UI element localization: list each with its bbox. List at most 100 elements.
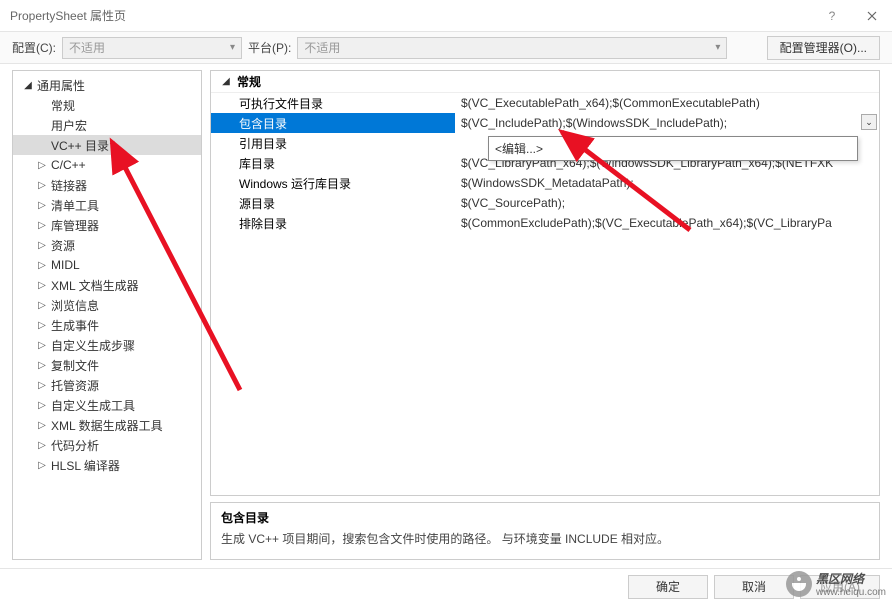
property-row[interactable]: Windows 运行库目录$(WindowsSDK_MetadataPath);: [211, 173, 879, 193]
expand-icon: ▷: [35, 340, 49, 351]
tree-item[interactable]: ▷生成事件: [13, 315, 201, 335]
dropdown-button[interactable]: ⌄: [861, 114, 877, 130]
property-label: 排除目录: [211, 213, 455, 233]
close-button[interactable]: [852, 0, 892, 32]
tree-item[interactable]: ▷代码分析: [13, 435, 201, 455]
tree-item[interactable]: ▷浏览信息: [13, 295, 201, 315]
tree-item[interactable]: ▷清单工具: [13, 195, 201, 215]
tree-item-label: 自定义生成步骤: [49, 337, 135, 354]
tree-item-label: HLSL 编译器: [49, 457, 120, 474]
tree-item-label: 用户宏: [49, 117, 87, 134]
config-manager-button[interactable]: 配置管理器(O)...: [767, 36, 880, 60]
tree-item[interactable]: ▷链接器: [13, 175, 201, 195]
property-label: 包含目录: [211, 113, 455, 133]
tree-item-label: 库管理器: [49, 217, 99, 234]
collapse-icon: ◢: [219, 76, 233, 87]
tree-item[interactable]: 用户宏: [13, 115, 201, 135]
property-label: 可执行文件目录: [211, 93, 455, 113]
expand-icon: ◢: [21, 80, 35, 91]
tree-item[interactable]: ▷MIDL: [13, 255, 201, 275]
property-row[interactable]: 包含目录$(VC_IncludePath);$(WindowsSDK_Inclu…: [211, 113, 879, 133]
expand-icon: ▷: [35, 160, 49, 171]
tree-item-label: 自定义生成工具: [49, 397, 135, 414]
expand-icon: ▷: [35, 220, 49, 231]
ok-button[interactable]: 确定: [628, 575, 708, 599]
expand-icon: ▷: [35, 440, 49, 451]
tree-item-label: VC++ 目录: [49, 137, 109, 154]
expand-icon: ▷: [35, 240, 49, 251]
apply-button[interactable]: 应用(A): [800, 575, 880, 599]
grid-section-header[interactable]: ◢ 常规: [211, 71, 879, 93]
help-button[interactable]: ?: [812, 0, 852, 32]
tree-item[interactable]: ▷资源: [13, 235, 201, 255]
tree-item[interactable]: ▷自定义生成步骤: [13, 335, 201, 355]
tree-root[interactable]: ◢ 通用属性: [13, 75, 201, 95]
property-value[interactable]: $(CommonExcludePath);$(VC_ExecutablePath…: [455, 213, 879, 233]
tree-item-label: MIDL: [49, 258, 80, 272]
property-value[interactable]: $(WindowsSDK_MetadataPath);: [455, 173, 879, 193]
tree-item-label: 代码分析: [49, 437, 99, 454]
property-row[interactable]: 排除目录$(CommonExcludePath);$(VC_Executable…: [211, 213, 879, 233]
config-label: 配置(C):: [12, 39, 56, 56]
tree-item[interactable]: ▷HLSL 编译器: [13, 455, 201, 475]
close-icon: [867, 11, 877, 21]
platform-value: 不适用: [304, 39, 340, 56]
property-label: 库目录: [211, 153, 455, 173]
tree-item[interactable]: ▷库管理器: [13, 215, 201, 235]
tree-item-label: XML 数据生成器工具: [49, 417, 163, 434]
platform-combo[interactable]: 不适用 ▾: [297, 37, 727, 59]
chevron-down-icon: ▾: [715, 42, 720, 53]
description-title: 包含目录: [221, 509, 869, 526]
property-label: Windows 运行库目录: [211, 173, 455, 193]
expand-icon: ▷: [35, 320, 49, 331]
config-value: 不适用: [69, 39, 105, 56]
property-row[interactable]: 可执行文件目录$(VC_ExecutablePath_x64);$(Common…: [211, 93, 879, 113]
tree-item[interactable]: ▷XML 文档生成器: [13, 275, 201, 295]
tree-item[interactable]: ▷自定义生成工具: [13, 395, 201, 415]
tree-item[interactable]: ▷XML 数据生成器工具: [13, 415, 201, 435]
tree-item-label: 生成事件: [49, 317, 99, 334]
property-value[interactable]: $(VC_SourcePath);: [455, 193, 879, 213]
tree-item[interactable]: ▷复制文件: [13, 355, 201, 375]
tree-item-label: 清单工具: [49, 197, 99, 214]
chevron-down-icon: ▾: [230, 42, 235, 53]
tree-item-label: 常规: [49, 97, 75, 114]
tree-item[interactable]: ▷托管资源: [13, 375, 201, 395]
expand-icon: ▷: [35, 200, 49, 211]
property-value[interactable]: $(VC_IncludePath);$(WindowsSDK_IncludePa…: [455, 113, 879, 133]
tree-item-label: C/C++: [49, 158, 86, 172]
expand-icon: ▷: [35, 420, 49, 431]
tree-item-label: 复制文件: [49, 357, 99, 374]
window-title: PropertySheet 属性页: [10, 7, 812, 24]
property-row[interactable]: 源目录$(VC_SourcePath);: [211, 193, 879, 213]
expand-icon: ▷: [35, 260, 49, 271]
category-tree[interactable]: ◢ 通用属性 常规用户宏VC++ 目录▷C/C++▷链接器▷清单工具▷库管理器▷…: [12, 70, 202, 560]
description-panel: 包含目录 生成 VC++ 项目期间，搜索包含文件时使用的路径。 与环境变量 IN…: [210, 502, 880, 560]
edit-dropdown[interactable]: <编辑...>: [488, 136, 858, 161]
config-toolbar: 配置(C): 不适用 ▾ 平台(P): 不适用 ▾ 配置管理器(O)...: [0, 32, 892, 64]
dropdown-item-edit[interactable]: <编辑...>: [489, 137, 857, 160]
tree-item[interactable]: 常规: [13, 95, 201, 115]
description-body: 生成 VC++ 项目期间，搜索包含文件时使用的路径。 与环境变量 INCLUDE…: [221, 530, 869, 547]
cancel-button[interactable]: 取消: [714, 575, 794, 599]
tree-item-label: 托管资源: [49, 377, 99, 394]
property-label: 源目录: [211, 193, 455, 213]
tree-item[interactable]: ▷C/C++: [13, 155, 201, 175]
property-value[interactable]: $(VC_ExecutablePath_x64);$(CommonExecuta…: [455, 93, 879, 113]
property-label: 引用目录: [211, 133, 455, 153]
tree-item-label: 浏览信息: [49, 297, 99, 314]
expand-icon: ▷: [35, 280, 49, 291]
tree-item[interactable]: VC++ 目录: [13, 135, 201, 155]
expand-icon: ▷: [35, 400, 49, 411]
expand-icon: ▷: [35, 360, 49, 371]
config-combo[interactable]: 不适用 ▾: [62, 37, 242, 59]
tree-item-label: XML 文档生成器: [49, 277, 139, 294]
expand-icon: ▷: [35, 380, 49, 391]
platform-label: 平台(P):: [248, 39, 291, 56]
titlebar: PropertySheet 属性页 ?: [0, 0, 892, 32]
property-grid: ◢ 常规 可执行文件目录$(VC_ExecutablePath_x64);$(C…: [210, 70, 880, 496]
expand-icon: ▷: [35, 180, 49, 191]
tree-item-label: 资源: [49, 237, 75, 254]
tree-item-label: 链接器: [49, 177, 87, 194]
expand-icon: ▷: [35, 300, 49, 311]
